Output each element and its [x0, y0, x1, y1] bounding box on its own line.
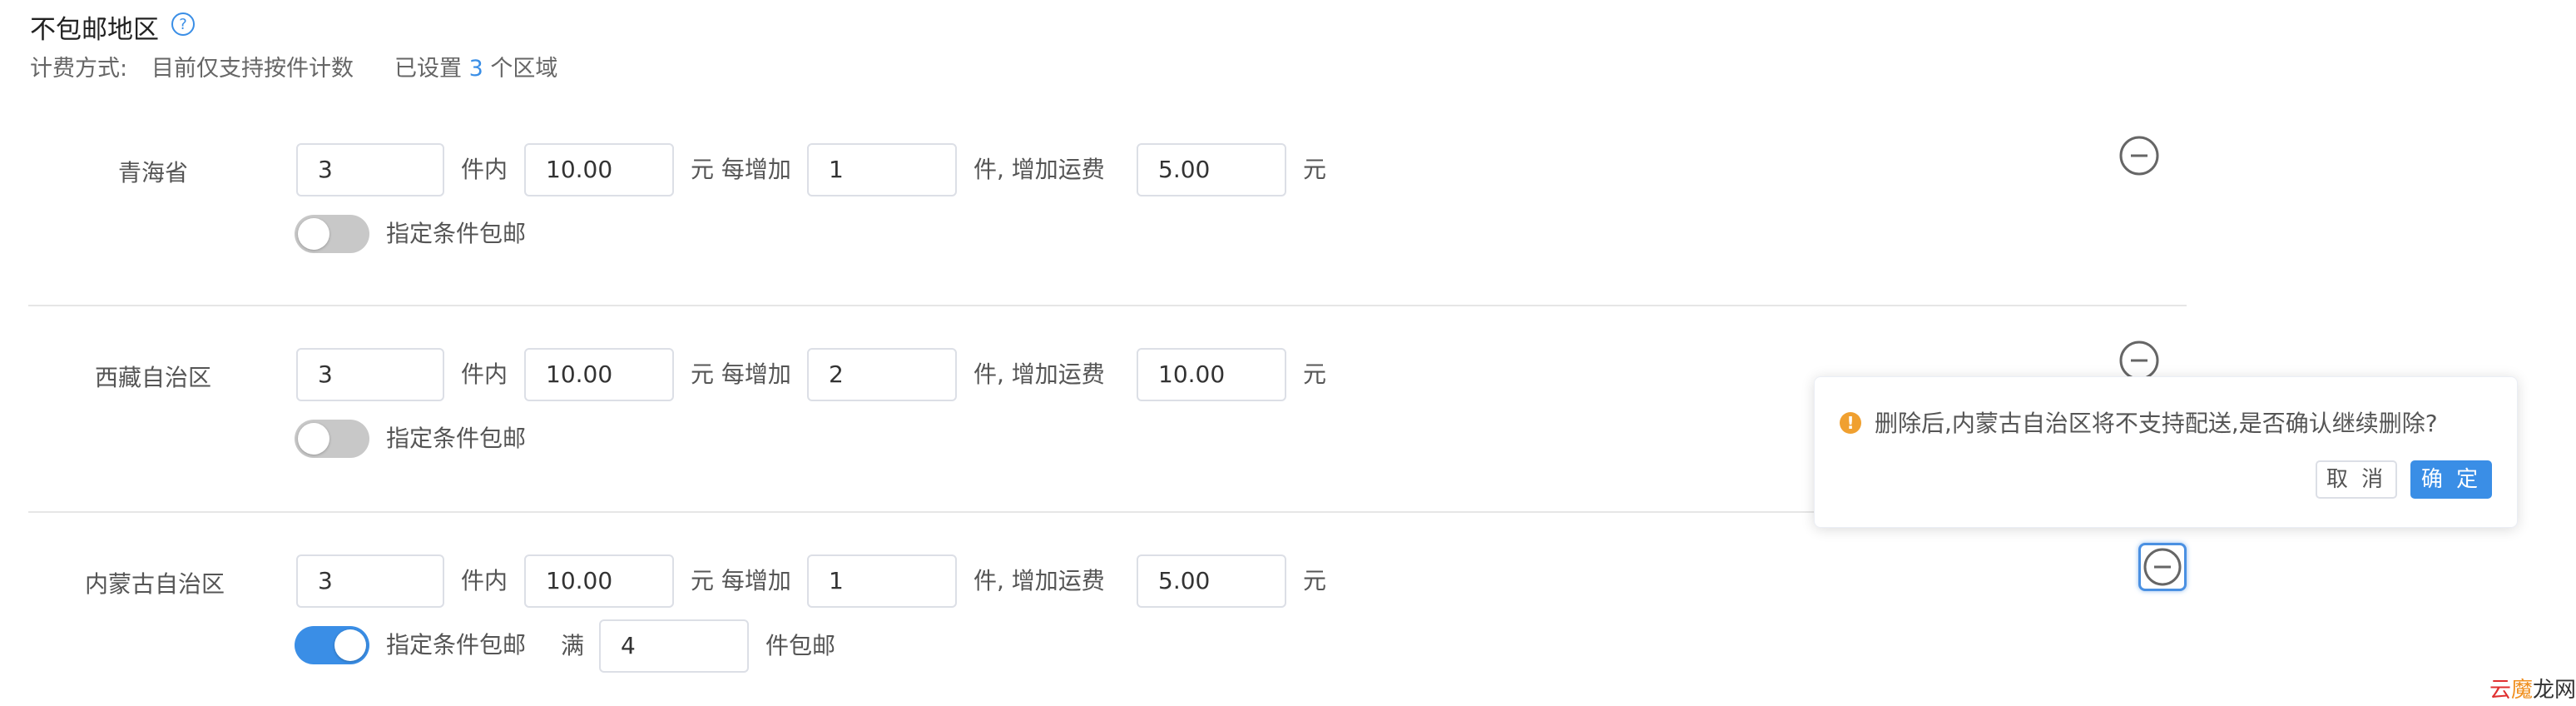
add-qty-input[interactable]: 2 [807, 348, 957, 401]
free-qty-input[interactable]: 4 [599, 619, 749, 673]
toggle-knob [298, 218, 329, 250]
within-items-label: 件内 [461, 360, 508, 388]
region-count-suffix: 个区域 [490, 56, 558, 82]
billing-label: 计费方式: [30, 56, 128, 82]
yuan-label: 元 [1303, 156, 1327, 183]
each-add-label: 元 每增加 [691, 360, 791, 388]
cancel-button[interactable]: 取 消 [2316, 460, 2397, 499]
svg-text:?: ? [179, 16, 187, 33]
free-shipping-label: 指定条件包邮 [386, 631, 527, 659]
billing-value: 目前仅支持按件计数 [151, 56, 354, 82]
remove-region-icon[interactable] [2118, 340, 2160, 381]
help-icon[interactable]: ? [171, 12, 196, 37]
add-qty-input[interactable]: 1 [807, 143, 957, 196]
watermark-part2: 魔 [2511, 678, 2534, 703]
region-count: 已设置 3 个区域 [394, 50, 557, 82]
first-qty-input[interactable]: 3 [296, 348, 444, 401]
region-name-qinghai: 青海省 [117, 159, 188, 186]
first-qty-input[interactable]: 3 [296, 143, 444, 196]
toggle-knob [334, 629, 366, 661]
within-items-label: 件内 [461, 156, 508, 183]
within-items-label: 件内 [461, 567, 508, 594]
add-fee-label: 件, 增加运费 [973, 360, 1105, 388]
region-name-inner-mongolia: 内蒙古自治区 [84, 570, 225, 598]
each-add-label: 元 每增加 [691, 156, 791, 183]
watermark-part3: 龙网 [2533, 678, 2576, 703]
free-shipping-toggle[interactable] [295, 215, 369, 253]
add-fee-input[interactable]: 10.00 [1137, 348, 1286, 401]
add-fee-input[interactable]: 5.00 [1137, 554, 1286, 608]
delete-confirm-popover: ! 删除后,内蒙古自治区将不支持配送,是否确认继续删除? 取 消 确 定 [1814, 376, 2518, 528]
free-shipping-label: 指定条件包邮 [386, 220, 527, 247]
add-qty-input[interactable]: 1 [807, 554, 957, 608]
remove-region-icon[interactable] [2118, 135, 2160, 176]
free-shipping-label: 指定条件包邮 [386, 425, 527, 452]
remove-region-icon[interactable] [2142, 546, 2183, 588]
items-free-label: 件包邮 [765, 632, 836, 659]
section-title: 不包邮地区 [30, 15, 159, 45]
each-add-label: 元 每增加 [691, 567, 791, 594]
free-shipping-toggle[interactable] [295, 420, 369, 458]
add-fee-input[interactable]: 5.00 [1137, 143, 1286, 196]
add-fee-label: 件, 增加运费 [973, 156, 1105, 183]
add-fee-label: 件, 增加运费 [973, 567, 1105, 594]
yuan-label: 元 [1303, 360, 1327, 388]
first-fee-input[interactable]: 10.00 [524, 143, 674, 196]
first-qty-input[interactable]: 3 [296, 554, 444, 608]
first-fee-input[interactable]: 10.00 [524, 554, 674, 608]
warning-icon: ! [1840, 412, 1861, 434]
full-label: 满 [561, 632, 585, 659]
first-fee-input[interactable]: 10.00 [524, 348, 674, 401]
region-count-prefix: 已设置 [394, 56, 462, 82]
row-divider [28, 305, 2187, 306]
free-shipping-toggle[interactable] [295, 626, 369, 664]
toggle-knob [298, 423, 329, 455]
popover-message: 删除后,内蒙古自治区将不支持配送,是否确认继续删除? [1875, 410, 2438, 437]
region-name-tibet: 西藏自治区 [94, 364, 211, 391]
yuan-label: 元 [1303, 567, 1327, 594]
region-count-number: 3 [468, 56, 483, 82]
watermark-part1: 云 [2489, 678, 2512, 703]
confirm-button[interactable]: 确 定 [2410, 460, 2492, 499]
watermark: 云魔龙网 [2489, 673, 2576, 704]
